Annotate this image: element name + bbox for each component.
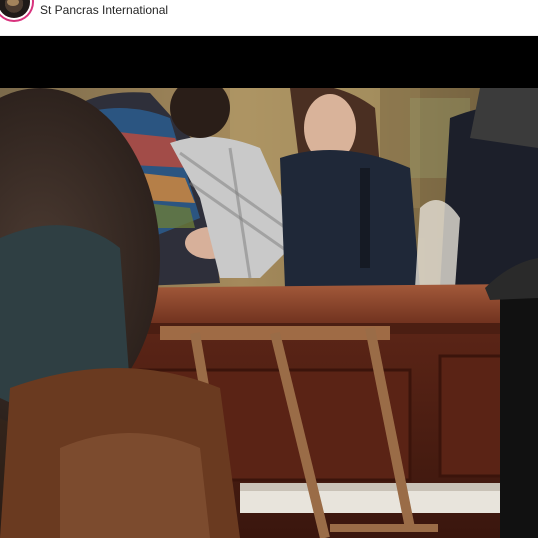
avatar-image [7,0,19,6]
post-header: St Pancras International [0,0,538,36]
video-frame[interactable] [0,88,538,538]
instagram-post-view: St Pancras International [0,0,538,538]
video-post[interactable] [0,36,538,538]
profile-avatar[interactable] [0,0,30,18]
station-piano-scene [0,88,538,538]
location-link[interactable]: St Pancras International [40,3,168,17]
video-letterbox [0,36,538,88]
